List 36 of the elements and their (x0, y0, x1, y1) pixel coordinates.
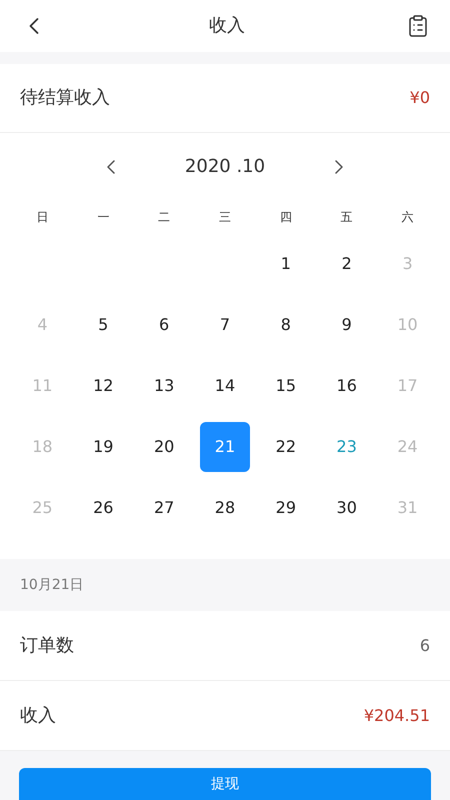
calendar-day[interactable]: 22 (260, 422, 311, 472)
calendar-day[interactable]: 5 (78, 300, 128, 350)
selected-date: 10月21日 (20, 576, 84, 595)
calendar-day[interactable]: 2 (322, 238, 372, 288)
stat-value: ¥204.51 (364, 704, 430, 726)
calendar-day[interactable]: 27 (139, 482, 190, 532)
weekday-label: 四 (278, 209, 293, 225)
weekday-label: 六 (400, 209, 415, 225)
calendar-day[interactable]: 19 (78, 422, 128, 472)
calendar-day[interactable]: 8 (260, 300, 311, 350)
page-title: 收入 (209, 14, 245, 38)
calendar-day[interactable]: 16 (322, 360, 372, 410)
pending-amount: ¥0 (410, 87, 430, 109)
calendar-day[interactable]: 12 (78, 360, 128, 410)
calendar-day[interactable]: 30 (322, 482, 372, 532)
weekday-label: 五 (340, 209, 354, 225)
calendar-day[interactable]: 6 (139, 300, 190, 350)
calendar-day[interactable]: 26 (78, 482, 128, 532)
calendar-day[interactable]: 20 (139, 422, 190, 472)
stat-label: 收入 (20, 704, 56, 728)
pending-label: 待结算收入 (20, 86, 110, 110)
weekday-label: 一 (96, 209, 110, 225)
calendar-day[interactable]: 9 (322, 300, 372, 350)
weekday-label: 三 (218, 209, 232, 225)
stat-label: 订单数 (20, 634, 74, 658)
calendar-day[interactable]: 29 (260, 482, 311, 532)
calendar-day[interactable]: 28 (200, 482, 250, 532)
weekday-label: 二 (157, 209, 172, 225)
calendar-day[interactable]: 14 (200, 360, 250, 410)
calendar-day[interactable]: 15 (260, 360, 311, 410)
stat-value: 6 (420, 634, 430, 656)
weekday-label: 日 (35, 209, 50, 225)
calendar-day[interactable]: 13 (139, 360, 190, 410)
month-label: 2020 .10 (184, 155, 266, 179)
calendar-day[interactable]: 1 (260, 238, 311, 288)
calendar-day[interactable]: 7 (200, 300, 250, 350)
